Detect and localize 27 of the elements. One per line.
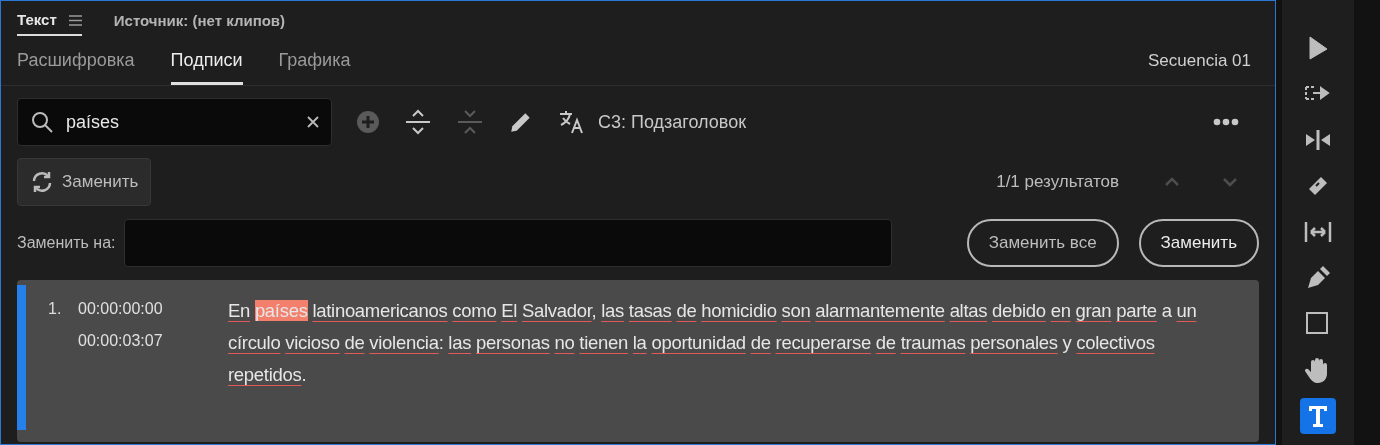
tab[interactable]: Подписи [170, 47, 243, 85]
start-time: 00:00:00:00 [78, 299, 164, 319]
search-icon [30, 110, 54, 134]
panel-tab[interactable]: Текст [17, 6, 82, 36]
search-field[interactable]: países [17, 98, 332, 146]
replace-field[interactable] [123, 219, 892, 267]
end-time: 00:00:03:07 [78, 331, 164, 351]
tab[interactable]: Расшифровка [17, 47, 135, 85]
caption-style: С3: Подзаголовок [598, 110, 747, 134]
caption-text[interactable]: En países latinoamericanos como El Salvador, las tasas de homicidio son alarmantemente altas debido en gran parte a un círculo vicioso de violencia: las personas no tienen la oportunidad de recuperarse de traumas personales y colectivos repetidos. [228, 295, 1197, 442]
more-icon[interactable] [1213, 118, 1239, 126]
translate-icon[interactable] [558, 109, 586, 135]
refresh-icon [30, 170, 54, 194]
text-icon[interactable] [1300, 398, 1336, 434]
tab[interactable]: Графика [278, 47, 351, 85]
replace-toggle[interactable]: Заменить [17, 158, 152, 206]
close-icon[interactable] [307, 116, 319, 128]
caption-number: 1. [48, 299, 63, 319]
panel-tab[interactable]: Источник: (нет клипов) [113, 6, 286, 36]
sequence-name: Secuencia 01 [1147, 49, 1252, 72]
results-count: 1/1 результатов [996, 171, 1119, 194]
replace-label: Заменить на: [17, 233, 116, 253]
replace-button[interactable]: Заменить [1138, 219, 1259, 267]
merge-icon[interactable] [404, 108, 432, 136]
menu-icon[interactable] [68, 14, 82, 26]
replace-all-button[interactable]: Заменить все [966, 219, 1119, 267]
caption-row[interactable] [17, 280, 1259, 442]
